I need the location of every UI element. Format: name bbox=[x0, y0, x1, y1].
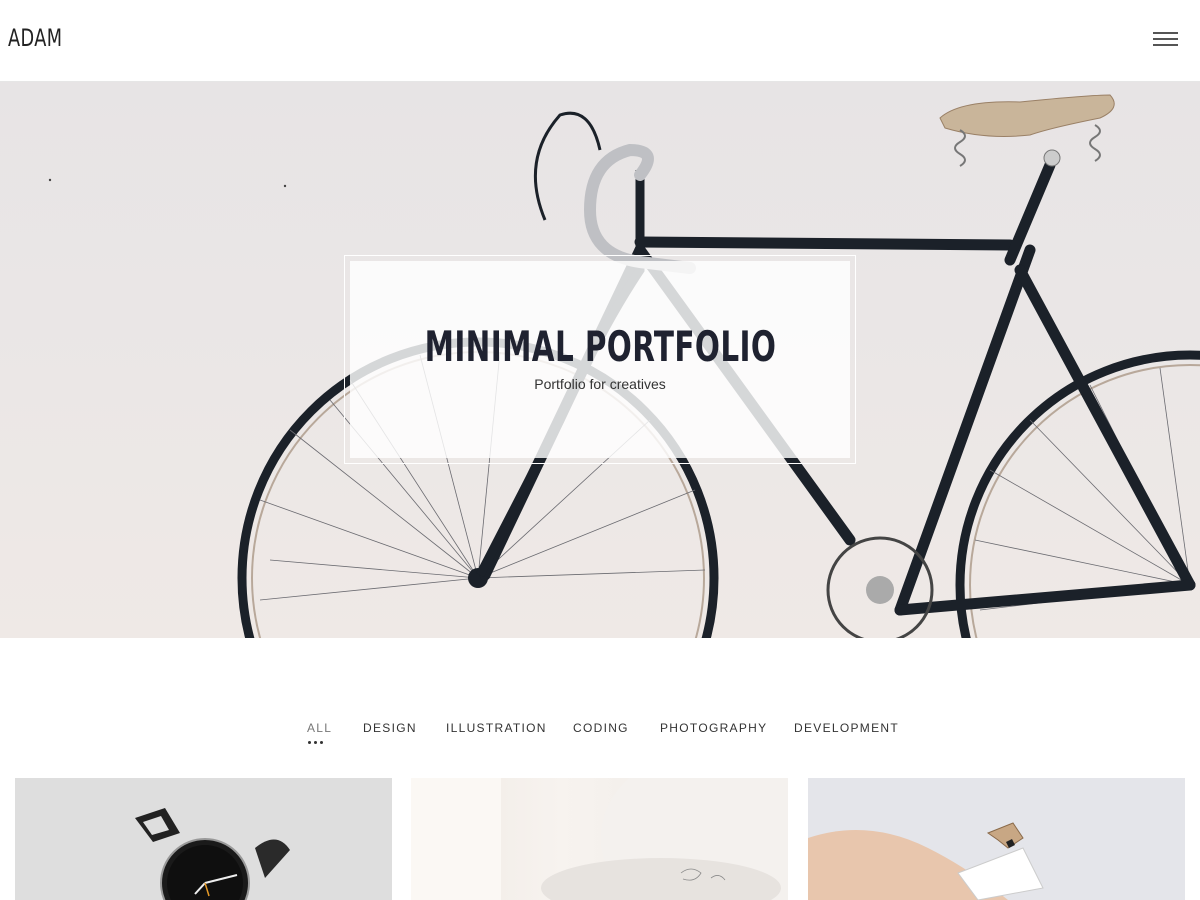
filter-illustration[interactable]: ILLUSTRATION bbox=[446, 721, 547, 735]
filter-design[interactable]: DESIGN bbox=[363, 721, 417, 735]
site-header: ADAM bbox=[0, 0, 1200, 82]
portfolio-item-watch[interactable] bbox=[15, 778, 392, 900]
filter-photography[interactable]: PHOTOGRAPHY bbox=[660, 721, 767, 735]
hero-banner: MINIMAL PORTFOLIO Portfolio for creative… bbox=[0, 82, 1200, 638]
portfolio-filter-nav: ALL DESIGN ILLUSTRATION CODING PHOTOGRAP… bbox=[0, 721, 1200, 751]
active-filter-indicator bbox=[307, 741, 327, 745]
hamburger-menu-icon[interactable] bbox=[1153, 32, 1178, 48]
pencil-sharpener-photo bbox=[808, 778, 1185, 900]
site-logo[interactable]: ADAM bbox=[8, 24, 62, 52]
portfolio-item-sharpener[interactable] bbox=[808, 778, 1185, 900]
portfolio-item-chair[interactable] bbox=[411, 778, 788, 900]
filter-development[interactable]: DEVELOPMENT bbox=[794, 721, 899, 735]
chair-photo bbox=[411, 778, 788, 900]
hero-title-text: MINIMAL PORTFOLIO bbox=[424, 322, 776, 371]
hero-subtitle: Portfolio for creatives bbox=[534, 376, 666, 392]
watch-photo bbox=[15, 778, 392, 900]
filter-all[interactable]: ALL bbox=[307, 721, 332, 735]
filter-coding[interactable]: CODING bbox=[573, 721, 629, 735]
hero-title: MINIMAL PORTFOLIO bbox=[350, 322, 850, 371]
